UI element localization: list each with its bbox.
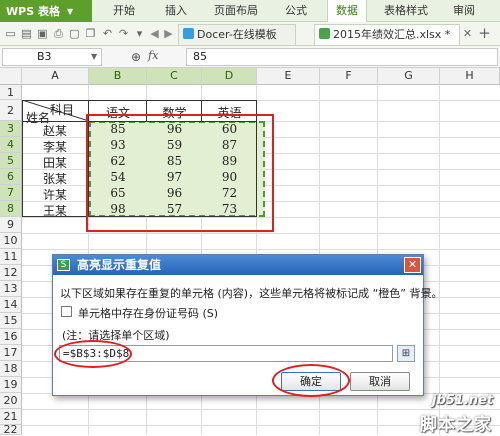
name-cell[interactable]: 田某 bbox=[22, 154, 88, 171]
tab-insert[interactable]: 插入 bbox=[158, 0, 194, 22]
wps-app-button[interactable]: WPS 表格 ▼ bbox=[0, 0, 92, 22]
row-header-11[interactable]: 11 bbox=[0, 249, 22, 265]
copy-icon[interactable]: ❐ bbox=[84, 27, 97, 40]
dialog-title[interactable]: 高亮显示重复值 bbox=[53, 255, 423, 275]
tab-data[interactable]: 数据 bbox=[327, 0, 367, 22]
dropdown-icon[interactable]: ▾ bbox=[133, 27, 146, 40]
close-icon[interactable]: ✕ bbox=[404, 257, 421, 273]
watermark-site: jb51.net bbox=[432, 393, 494, 408]
row-header-16[interactable]: 16 bbox=[0, 329, 22, 345]
row-header-9[interactable]: 9 bbox=[0, 217, 22, 233]
undo-icon[interactable]: ↶ bbox=[101, 27, 114, 40]
name-cell[interactable]: 张某 bbox=[22, 170, 88, 187]
dialog-description: 以下区域如果存在重复的单元格 (内容)，这些单元格将被标记成 “橙色” 背景。 bbox=[60, 287, 443, 300]
name-box[interactable]: B3 bbox=[2, 48, 102, 66]
redo-icon[interactable]: ↷ bbox=[117, 27, 130, 40]
tab-home[interactable]: 开始 bbox=[106, 0, 142, 22]
row-header-7[interactable]: 7 bbox=[0, 185, 22, 201]
row-header-5[interactable]: 5 bbox=[0, 153, 22, 169]
formula-input[interactable]: 85 bbox=[186, 48, 498, 66]
wps-logo-icon: S bbox=[57, 259, 70, 271]
watermark-brand: 脚本之家 bbox=[420, 415, 492, 435]
id-number-checkbox[interactable] bbox=[61, 306, 72, 317]
column-header-a[interactable]: A bbox=[22, 68, 89, 85]
row-header-18[interactable]: 18 bbox=[0, 361, 22, 377]
row-header-1[interactable]: 1 bbox=[0, 85, 22, 100]
name-cell[interactable]: 赵某 bbox=[22, 122, 88, 139]
column-header-b[interactable]: B bbox=[89, 68, 147, 85]
wps-app-label: WPS 表格 bbox=[6, 5, 60, 18]
row-header-14[interactable]: 14 bbox=[0, 297, 22, 313]
tab-formulas[interactable]: 公式 bbox=[278, 0, 314, 22]
fx-icon[interactable]: fx bbox=[148, 49, 158, 62]
row-header-2[interactable]: 2 bbox=[0, 100, 22, 121]
row-header-13[interactable]: 13 bbox=[0, 281, 22, 297]
docer-icon bbox=[183, 28, 194, 39]
name-box-dropdown-icon[interactable]: ▼ bbox=[91, 52, 97, 61]
row-header-17[interactable]: 17 bbox=[0, 345, 22, 361]
tab-scroll-right-icon[interactable]: ▶ bbox=[162, 27, 175, 40]
row-header-3[interactable]: 3 bbox=[0, 121, 22, 137]
id-number-checkbox-label[interactable]: 单元格中存在身份证号码 (S) bbox=[78, 305, 218, 321]
corner-subject-label: 科目 bbox=[50, 103, 75, 117]
cancel-button[interactable]: 取消 bbox=[350, 372, 410, 391]
new-tab-icon[interactable]: + bbox=[478, 26, 491, 41]
column-header-c[interactable]: C bbox=[147, 68, 202, 85]
print-preview-icon[interactable]: ▢ bbox=[68, 27, 81, 40]
column-header-e[interactable]: E bbox=[257, 68, 320, 85]
column-header-g[interactable]: G bbox=[378, 68, 440, 85]
row-header-19[interactable]: 19 bbox=[0, 377, 22, 393]
row-header-8[interactable]: 8 bbox=[0, 201, 22, 217]
chevron-down-icon: ▼ bbox=[66, 6, 74, 16]
tab-page-layout[interactable]: 页面布局 bbox=[210, 0, 262, 22]
zoom-icon[interactable]: ⊕ bbox=[131, 50, 141, 64]
row-header-4[interactable]: 4 bbox=[0, 137, 22, 153]
annotation-rectangle bbox=[86, 114, 274, 232]
tab-table-style[interactable]: 表格样式 bbox=[378, 0, 434, 22]
row-header-15[interactable]: 15 bbox=[0, 313, 22, 329]
new-file-icon[interactable]: ▭ bbox=[4, 27, 17, 40]
row-header-10[interactable]: 10 bbox=[0, 233, 22, 249]
print-icon[interactable]: ⎙ bbox=[52, 27, 65, 40]
row-header-20[interactable]: 20 bbox=[0, 393, 22, 409]
doc-tab-docer[interactable]: Docer-在线模板 bbox=[178, 24, 296, 45]
grid-line bbox=[22, 249, 500, 250]
column-header-f[interactable]: F bbox=[320, 68, 378, 85]
annotation-ellipse-range bbox=[54, 340, 132, 368]
close-tab-icon[interactable]: ✕ bbox=[461, 27, 474, 40]
tab-scroll-left-icon[interactable]: ◀ bbox=[148, 27, 161, 40]
annotation-ellipse-ok bbox=[272, 364, 350, 397]
select-all-corner[interactable] bbox=[0, 68, 22, 85]
name-cell[interactable]: 王某 bbox=[22, 202, 88, 219]
name-cell[interactable]: 许某 bbox=[22, 186, 88, 203]
open-folder-icon[interactable]: ▤ bbox=[20, 27, 33, 40]
spreadsheet-icon bbox=[319, 28, 330, 39]
column-header-d[interactable]: D bbox=[202, 68, 257, 85]
grid-line bbox=[22, 233, 500, 234]
doc-tab-docer-label: Docer-在线模板 bbox=[197, 28, 277, 41]
row-header-22[interactable]: 22 bbox=[0, 423, 22, 436]
doc-tab-workbook-label: 2015年绩效汇总.xlsx * bbox=[333, 28, 451, 41]
doc-tab-workbook[interactable]: 2015年绩效汇总.xlsx * bbox=[314, 24, 460, 45]
tab-review[interactable]: 审阅 bbox=[446, 0, 482, 22]
range-picker-icon[interactable]: ⊞ bbox=[397, 345, 415, 362]
save-icon[interactable]: ▣ bbox=[36, 27, 49, 40]
column-header-h[interactable]: H bbox=[440, 68, 500, 85]
name-cell[interactable]: 李某 bbox=[22, 138, 88, 155]
row-header-12[interactable]: 12 bbox=[0, 265, 22, 281]
row-header-6[interactable]: 6 bbox=[0, 169, 22, 185]
